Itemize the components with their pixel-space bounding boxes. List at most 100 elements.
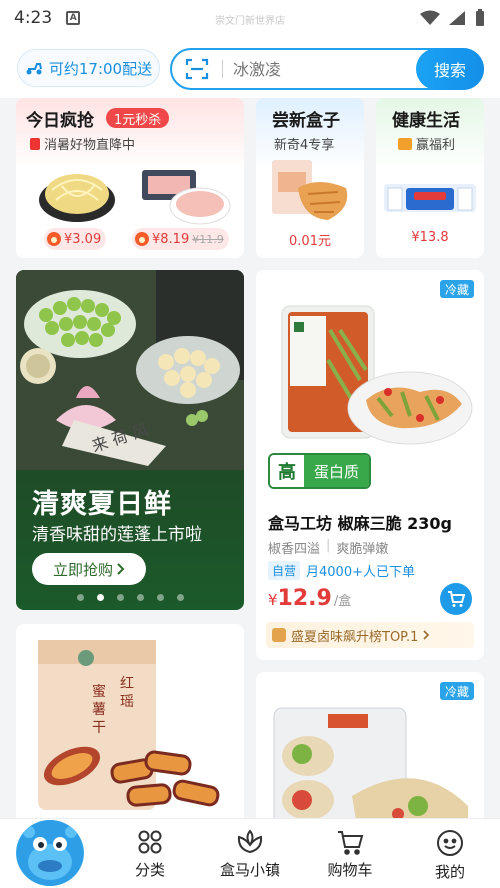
new-box-title: 尝新盒子 [272, 111, 340, 131]
add-to-cart-button[interactable] [440, 583, 472, 615]
fire-icon [135, 232, 149, 246]
chevron-right-icon [117, 563, 125, 575]
nav-town[interactable]: 盒马小镇 [210, 829, 290, 880]
health-life-subtitle: 赢福利 [416, 138, 456, 153]
product-image [281, 305, 473, 445]
carousel-dot-active[interactable] [96, 594, 104, 601]
flash-price-1: ¥3.09 [64, 231, 102, 247]
new-box-card[interactable]: 尝新盒子 新奇4专享 0.01元 [256, 98, 364, 258]
flash-price-chip-1: ¥3.09 [44, 228, 107, 250]
delivery-time-button[interactable]: 可约17:00配送 [17, 49, 160, 87]
new-box-subtitle: 新奇4专享 [274, 138, 335, 153]
nav-profile[interactable]: 我的 [410, 829, 490, 882]
product-card[interactable]: 冷藏 高 蛋白质 盒马工坊 椒麻三脆 230g 椒香四溢 | 爽脆弹嫩 自营 月… [256, 270, 484, 660]
product-sales-row: 自营 月4000+人已下单 [268, 561, 415, 580]
product-card-wrap[interactable]: 冷藏 [256, 672, 484, 832]
hippo-mascot-icon [17, 820, 83, 886]
health-life-card[interactable]: 健康生活 赢福利 ¥13.8 [376, 98, 484, 258]
svg-text:干: 干 [92, 720, 106, 736]
banner-subtitle: 清香味甜的莲蓬上市啦 [32, 525, 202, 545]
svg-text:薯: 薯 [92, 702, 106, 718]
health-life-subtitle-row: 赢福利 [398, 134, 455, 153]
flash-price-2: ¥8.19 [152, 231, 190, 247]
flash-old-price: ¥11.9 [192, 232, 224, 246]
carousel-dot[interactable] [76, 594, 84, 601]
ranking-bar[interactable]: 盛夏卤味飙升榜TOP.1 [266, 622, 474, 648]
price-symbol: ¥ [268, 591, 278, 609]
flame-badge-icon [30, 137, 40, 150]
high-protein-badge: 高 蛋白质 [268, 453, 372, 489]
protein-badge-text: 蛋白质 [304, 455, 370, 487]
yakult-bottles-image [384, 184, 476, 212]
scooter-icon [26, 63, 42, 75]
nav-label: 购物车 [327, 861, 373, 879]
flash-price-chip-2: ¥8.19 ¥11.9 [132, 228, 229, 250]
svg-text:瑶: 瑶 [120, 694, 134, 710]
delivery-label: 可约17:00配送 [48, 59, 153, 78]
nav-category[interactable]: 分类 [110, 829, 190, 880]
self-operated-tag: 自营 [268, 561, 301, 580]
svg-text:红: 红 [120, 676, 134, 692]
buy-now-button[interactable]: 立即抢购 [32, 553, 146, 585]
nav-cart[interactable]: 购物车 [310, 829, 390, 880]
carousel-dot[interactable] [136, 594, 144, 601]
banner-title: 清爽夏日鲜 [32, 489, 172, 520]
product-tag: 爽脆弹嫩 [336, 542, 389, 557]
chevron-right-icon [423, 630, 430, 640]
shopping-cart-icon [338, 831, 364, 855]
search-divider [222, 60, 223, 78]
health-life-price: ¥13.8 [411, 230, 449, 245]
cart-icon [448, 591, 465, 607]
refrigerated-tag: 冷藏 [439, 280, 474, 298]
product-tag: 椒香四溢 [268, 542, 321, 557]
home-mascot-button[interactable] [16, 820, 84, 886]
price-value: 12.9 [277, 586, 332, 611]
search-button[interactable]: 搜索 [416, 48, 484, 90]
carousel-dots [16, 594, 244, 601]
snack-bag-image [272, 160, 348, 220]
carousel-dot[interactable] [116, 594, 124, 601]
lotus-icon [237, 829, 263, 854]
flash-sale-title: 今日疯抢 [26, 111, 94, 131]
flash-sale-subtitle-row: 消暑好物直降中 [30, 134, 135, 153]
product-tags: 椒香四溢 | 爽脆弹嫩 [268, 538, 388, 557]
health-life-title: 健康生活 [392, 111, 460, 131]
nav-label: 盒马小镇 [219, 861, 280, 879]
search-box[interactable]: 搜索 [170, 48, 484, 90]
wrap-image [273, 707, 468, 832]
svg-text:蜜: 蜜 [92, 684, 106, 700]
flash-sale-card[interactable]: 今日疯抢 1元秒杀 消暑好物直降中 ¥3.09 ¥8.19 ¥11.9 [16, 98, 244, 258]
carousel-dot[interactable] [176, 594, 184, 601]
search-input[interactable] [233, 59, 403, 79]
scan-icon[interactable] [184, 56, 210, 82]
price-unit: /盒 [333, 594, 352, 609]
product-card-sweet-potato[interactable]: 红 瑶 蜜 薯 干 [16, 624, 244, 824]
status-bar: 4:23 A 崇文门新世界店 [0, 0, 500, 36]
monthly-sales: 月4000+人已下单 [306, 565, 415, 580]
bottom-nav: 分类 盒马小镇 购物车 我的 [0, 818, 500, 888]
protein-badge-high: 高 [270, 455, 304, 487]
nav-label: 我的 [434, 863, 465, 881]
ranking-text: 盛夏卤味飙升榜TOP.1 [291, 629, 419, 645]
pork-image [142, 170, 231, 225]
product-price: ¥ 12.9 /盒 [268, 586, 351, 611]
new-box-price: 0.01元 [289, 234, 331, 249]
carousel-dot[interactable] [156, 594, 164, 601]
store-location: 崇文门新世界店 [215, 16, 285, 27]
product-name: 盒马工坊 椒麻三脆 230g [268, 514, 452, 533]
bean-sprouts-image [39, 174, 115, 222]
category-grid-icon [138, 830, 162, 854]
nav-label: 分类 [134, 861, 165, 879]
sweet-potato-image: 红 瑶 蜜 薯 干 [38, 640, 220, 810]
trophy-icon [272, 628, 286, 642]
seasonal-banner[interactable]: 来 荷 风 清爽夏日鲜 清香味甜的莲蓬上市啦 立即抢购 [16, 270, 244, 610]
tag-separator: | [326, 538, 331, 553]
search-header: 可约17:00配送 搜索 [0, 36, 500, 98]
flash-sale-subtitle: 消暑好物直降中 [44, 138, 136, 153]
flash-sale-tag: 1元秒杀 [106, 108, 170, 128]
fire-icon [47, 232, 61, 246]
buy-now-label: 立即抢购 [52, 560, 113, 579]
gift-icon [398, 137, 412, 150]
lotus-seeds-image: 来 荷 风 [16, 270, 244, 470]
smiley-face-icon [437, 830, 463, 856]
